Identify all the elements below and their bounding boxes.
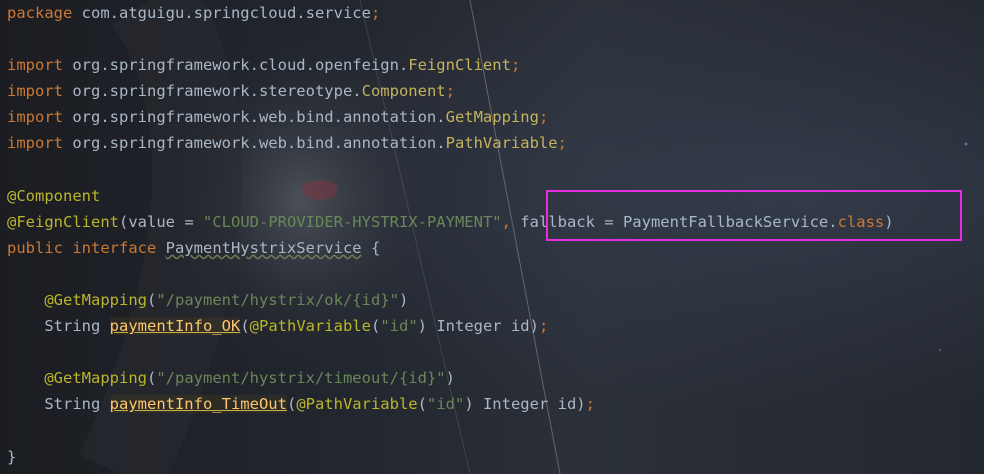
- fallback-highlight-box: [546, 190, 962, 241]
- code-token: ): [398, 291, 409, 310]
- code-token: FeignClient: [408, 56, 511, 75]
- code-token: ;: [538, 317, 549, 336]
- code-line[interactable]: String paymentInfo_OK(@PathVariable("id"…: [0, 313, 984, 339]
- code-token: =: [175, 212, 203, 231]
- code-token: String: [7, 317, 110, 336]
- code-token: import: [7, 56, 73, 75]
- code-token: String: [7, 395, 110, 414]
- code-editor[interactable]: package com.atguigu.springcloud.service;…: [0, 0, 984, 474]
- code-token: import: [7, 108, 73, 127]
- code-token: ;: [585, 395, 595, 414]
- code-line[interactable]: @GetMapping("/payment/hystrix/ok/{id}"): [0, 287, 984, 313]
- code-token: value: [128, 212, 175, 231]
- code-token: "id": [426, 395, 465, 414]
- code-line[interactable]: import org.springframework.stereotype.Co…: [0, 78, 984, 104]
- code-line[interactable]: import org.springframework.web.bind.anno…: [0, 104, 984, 130]
- code-token: @GetMapping: [44, 291, 147, 310]
- code-token: ) Integer id): [464, 395, 586, 414]
- code-line[interactable]: @GetMapping("/payment/hystrix/timeout/{i…: [0, 365, 984, 391]
- code-token: ;: [445, 82, 455, 101]
- code-token: ;: [510, 56, 521, 75]
- code-token: "/payment/hystrix/ok/{id}": [156, 291, 399, 310]
- code-token: ;: [538, 108, 549, 127]
- code-token: org.springframework.web.bind.annotation.: [72, 134, 446, 153]
- code-line[interactable]: [0, 418, 984, 444]
- code-token: (: [146, 369, 157, 388]
- code-token: ,: [501, 212, 521, 231]
- code-token: package: [7, 4, 82, 22]
- code-token: {: [361, 238, 381, 257]
- code-token: "CLOUD-PROVIDER-HYSTRIX-PAYMENT": [203, 212, 502, 231]
- code-token: import: [7, 82, 73, 101]
- code-token: (: [417, 395, 427, 414]
- code-token: @Component: [7, 186, 101, 205]
- code-token: ): [445, 369, 455, 388]
- code-token: Component: [361, 82, 446, 101]
- code-line[interactable]: [0, 26, 984, 52]
- code-token: @FeignClient: [7, 212, 119, 231]
- code-token: import: [7, 134, 73, 153]
- code-token: org.springframework.cloud.openfeign.: [72, 56, 409, 75]
- code-line[interactable]: }: [0, 444, 984, 470]
- code-token: org.springframework.stereotype.: [72, 82, 362, 101]
- code-token: "id": [380, 317, 418, 336]
- code-token: public: [7, 238, 73, 257]
- code-token: com.atguigu.springcloud.service: [81, 4, 371, 22]
- code-token: (: [286, 395, 297, 414]
- code-token: PaymentHystrixService: [165, 238, 362, 257]
- code-token: interface: [72, 238, 166, 257]
- code-token: @PathVariable: [296, 395, 418, 414]
- code-token: ;: [370, 4, 381, 22]
- code-token: }: [7, 447, 17, 466]
- code-token: paymentInfo_OK: [109, 317, 241, 336]
- code-line[interactable]: import org.springframework.cloud.openfei…: [0, 52, 984, 78]
- code-token: ) Integer id): [417, 317, 539, 336]
- code-token: GetMapping: [445, 108, 539, 127]
- code-token: @GetMapping: [44, 369, 147, 388]
- code-token: (: [118, 212, 129, 231]
- code-token: (: [370, 317, 381, 336]
- code-line[interactable]: [0, 261, 984, 287]
- code-token: @PathVariable: [249, 317, 371, 336]
- code-token: (: [146, 291, 157, 310]
- code-line[interactable]: [0, 157, 984, 183]
- code-line[interactable]: String paymentInfo_TimeOut(@PathVariable…: [0, 391, 984, 417]
- code-token: ;: [557, 134, 567, 153]
- code-line[interactable]: import org.springframework.web.bind.anno…: [0, 130, 984, 156]
- code-token: (: [240, 317, 250, 336]
- code-token: org.springframework.web.bind.annotation.: [72, 108, 446, 127]
- code-token: "/payment/hystrix/timeout/{id}": [156, 369, 446, 388]
- code-line[interactable]: package com.atguigu.springcloud.service;: [0, 0, 984, 26]
- code-token: PathVariable: [445, 134, 558, 153]
- code-token: paymentInfo_TimeOut: [109, 395, 287, 414]
- code-line[interactable]: [0, 339, 984, 365]
